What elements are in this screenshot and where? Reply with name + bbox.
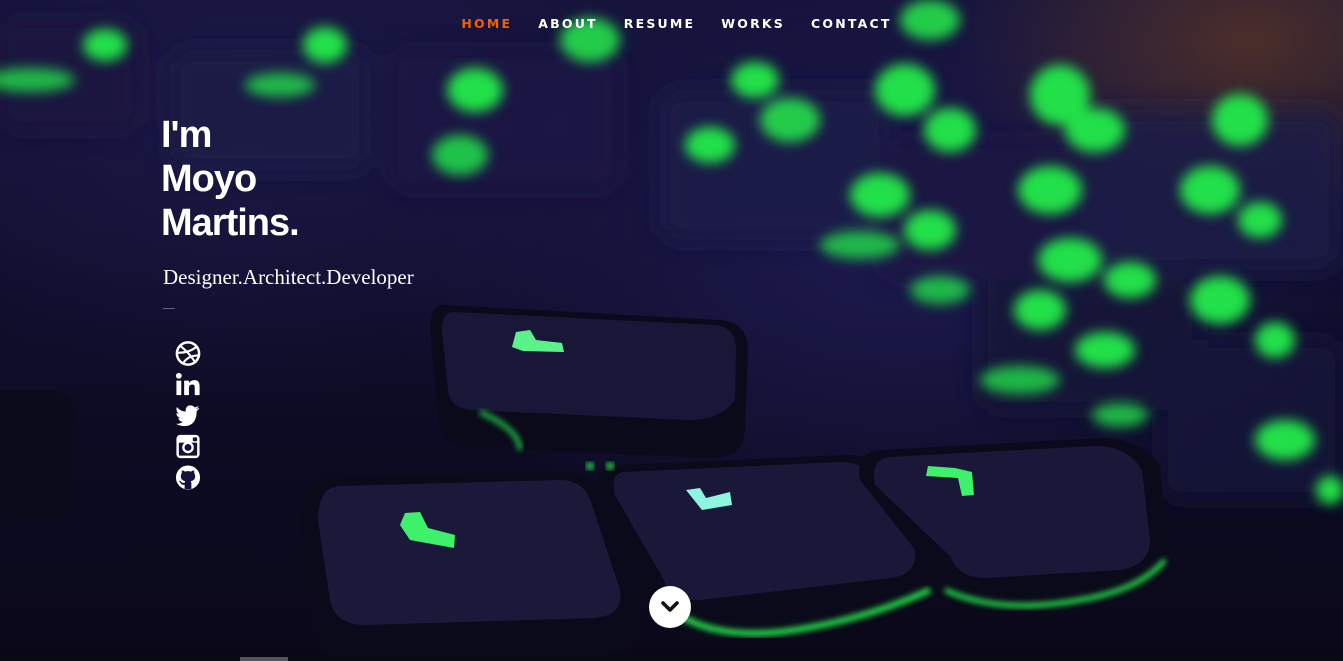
linkedin-icon[interactable]: [174, 371, 202, 398]
intro-line-1: I'm: [161, 114, 212, 156]
bottom-tab-marker: [240, 657, 288, 661]
github-icon[interactable]: [174, 464, 202, 491]
nav-works-link[interactable]: WORKS: [721, 16, 785, 32]
main-nav: HOME ABOUT RESUME WORKS CONTACT: [0, 16, 1343, 32]
chevron-down-icon: [661, 601, 679, 612]
nav-about-link[interactable]: ABOUT: [538, 16, 598, 32]
intro-line-3: Martins.: [161, 202, 300, 244]
instagram-icon[interactable]: [174, 433, 202, 460]
hero-section: HOME ABOUT RESUME WORKS CONTACT I'm Moyo…: [0, 0, 1343, 661]
bottom-edge: [0, 657, 1343, 661]
keyboard-background-image: [0, 0, 1343, 661]
intro-divider: [163, 308, 175, 309]
intro-tagline: Designer.Architect.Developer: [163, 265, 414, 289]
intro-heading: I'm Moyo Martins.: [161, 113, 414, 245]
nav-home-link[interactable]: HOME: [461, 16, 512, 32]
nav-resume-link[interactable]: RESUME: [624, 16, 696, 32]
nav-contact-link[interactable]: CONTACT: [811, 16, 892, 32]
intro-block: I'm Moyo Martins. Designer.Architect.Dev…: [161, 113, 414, 309]
scroll-down-button[interactable]: [649, 586, 691, 628]
intro-line-2: Moyo: [161, 158, 257, 200]
twitter-icon[interactable]: [174, 402, 202, 429]
dribbble-icon[interactable]: [174, 340, 202, 367]
social-links: [174, 340, 202, 491]
